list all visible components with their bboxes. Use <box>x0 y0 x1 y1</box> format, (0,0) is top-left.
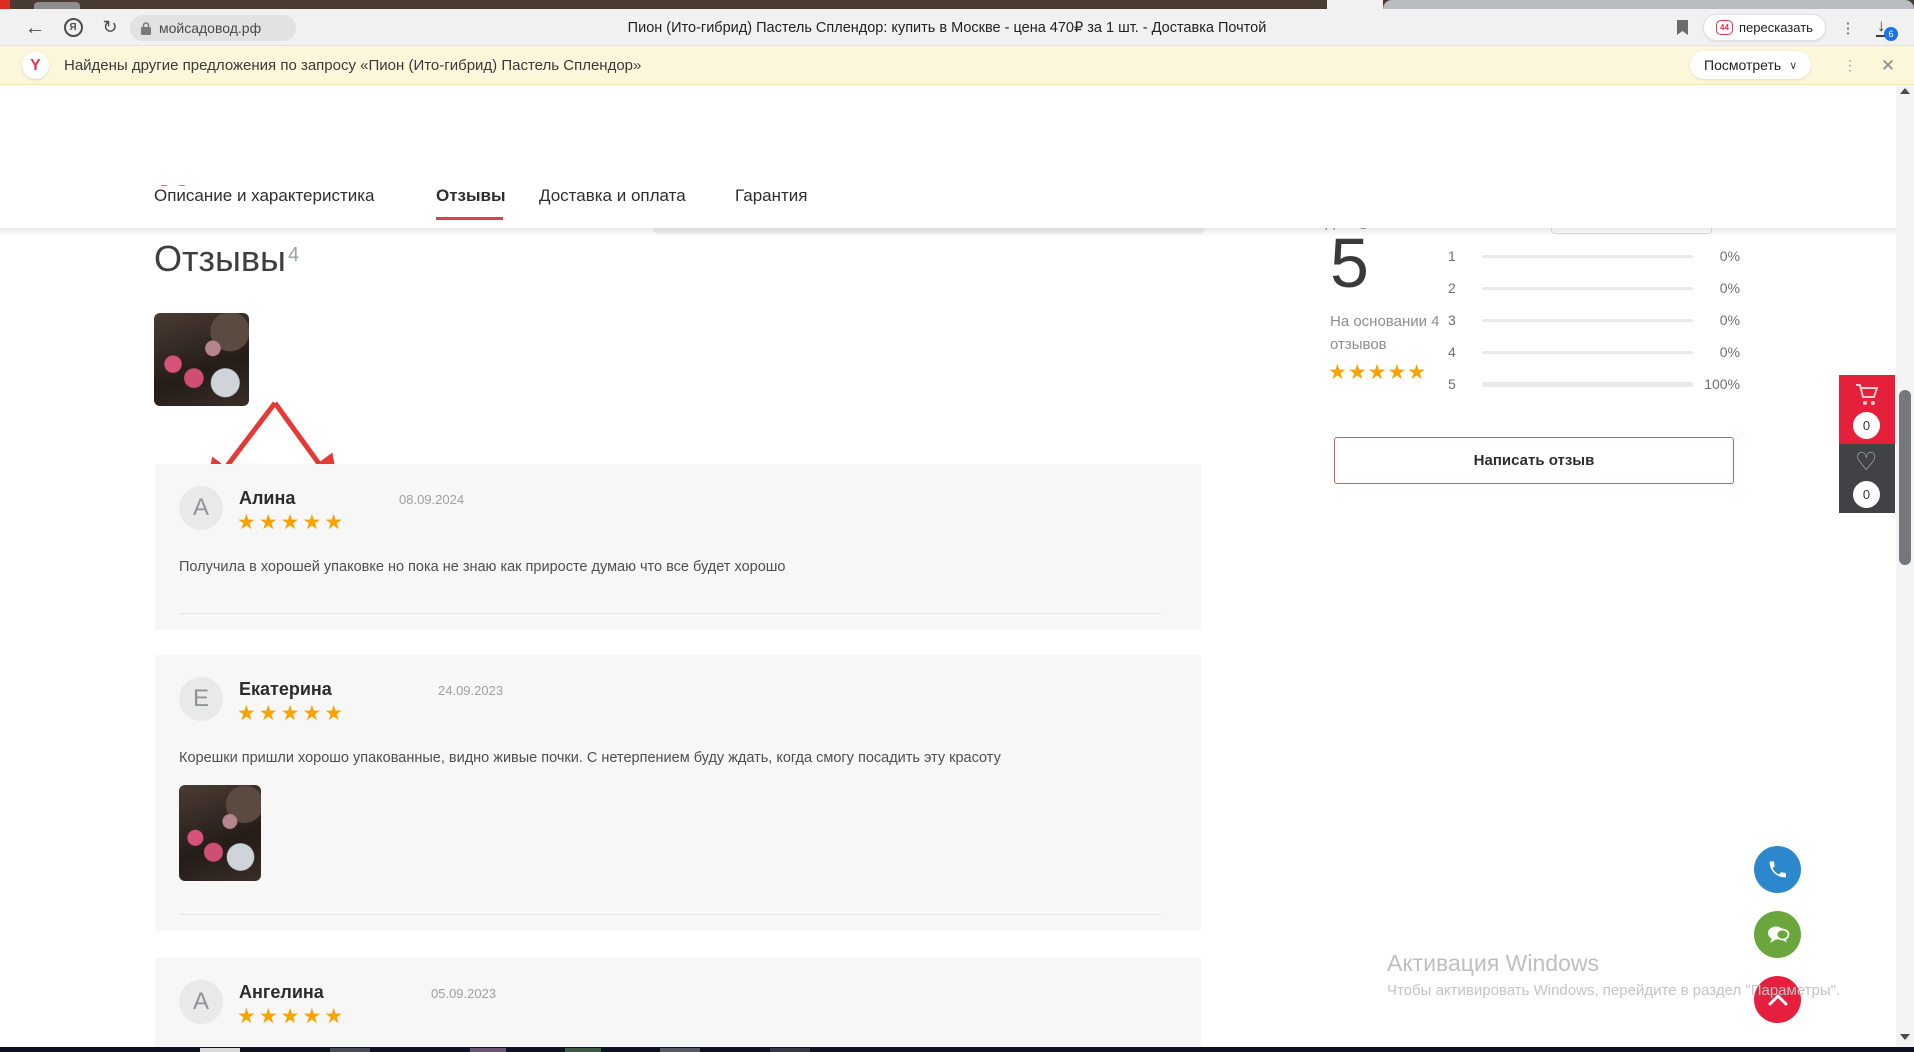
taskbar-fragment <box>330 1048 370 1052</box>
rating-bar-row: 2 0% <box>1448 279 1740 297</box>
rating-bar-track <box>1482 351 1693 354</box>
address-bar[interactable]: мойсадовод.рф <box>130 15 296 41</box>
reviewer-name: Екатерина <box>239 679 332 700</box>
browser-tab-strip <box>0 0 1914 9</box>
taskbar-fragment <box>660 1048 700 1052</box>
scrollbar-thumb[interactable] <box>1899 390 1911 565</box>
scrollbar-track[interactable] <box>1896 85 1914 1047</box>
product-tabs: Описание и характеристика Отзывы Доставк… <box>0 186 1914 228</box>
view-offers-button[interactable]: Посмотреть ∨ <box>1690 51 1811 79</box>
bookmark-icon[interactable] <box>1668 9 1696 46</box>
write-review-button[interactable]: Написать отзыв <box>1334 437 1734 484</box>
taskbar-fragment <box>200 1048 240 1052</box>
call-fab[interactable] <box>1754 846 1801 893</box>
inactive-tab[interactable] <box>1383 0 1914 9</box>
wishlist-count-badge: 0 <box>1853 481 1880 508</box>
back-icon[interactable]: ← <box>20 9 50 46</box>
review-text: Получила в хорошей упаковке но пока не з… <box>179 559 1141 575</box>
close-icon[interactable]: ✕ <box>1876 46 1900 85</box>
rating-bar-row: 5 100% <box>1448 375 1740 393</box>
tab-fragment <box>34 2 80 9</box>
heart-icon: ♡ <box>1855 447 1877 477</box>
avatar: А <box>179 980 223 1024</box>
tab-delivery[interactable]: Доставка и оплата <box>539 186 686 206</box>
rating-bar-track <box>1482 319 1693 322</box>
yandex-icon[interactable]: Я <box>60 9 86 46</box>
windows-activation-hint: Чтобы активировать Windows, перейдите в … <box>1387 982 1840 999</box>
review-date: 24.09.2023 <box>438 683 503 698</box>
tab-gap <box>1327 0 1383 9</box>
review-text: Корешки пришли хорошо упакованные, видно… <box>179 750 1141 766</box>
star-rating: ★★★★★ <box>237 701 346 726</box>
review-card: А Алина 08.09.2024 ★★★★★ Получила в хоро… <box>155 464 1201 630</box>
toolbar-menu-icon[interactable]: ⋮ <box>1836 9 1860 46</box>
lock-icon <box>140 21 152 36</box>
downloads-button[interactable]: ↓ 6 <box>1868 9 1902 46</box>
divider <box>179 613 1161 614</box>
windows-activation-watermark: Активация Windows <box>1387 950 1599 977</box>
avatar: А <box>179 486 223 530</box>
rating-bar-track <box>1482 382 1693 387</box>
star-rating: ★★★★★ <box>237 510 346 535</box>
review-photo-thumbnail[interactable] <box>179 785 261 881</box>
avatar: Е <box>179 677 223 721</box>
rating-bar-row: 1 0% <box>1448 247 1740 265</box>
summary-stars: ★★★★★ <box>1328 360 1427 385</box>
average-rating: 5 <box>1330 228 1369 298</box>
retell-button[interactable]: 44 пересказать <box>1703 14 1826 41</box>
tab-description[interactable]: Описание и характеристика <box>154 186 375 206</box>
tab-favicon-fragment <box>0 0 10 9</box>
phone-icon <box>1767 859 1788 880</box>
scrollbar-down-arrow[interactable] <box>1900 1034 1910 1040</box>
cart-count-badge: 0 <box>1853 412 1880 439</box>
url-text: мойсадовод.рф <box>159 20 261 36</box>
chat-fab[interactable] <box>1754 911 1801 958</box>
scrollbar-up-arrow[interactable] <box>1900 88 1910 94</box>
rating-bar-track <box>1482 255 1693 258</box>
screen: ← Я ↻ мойсадовод.рф Пион (Ито-гибрид) Па… <box>0 0 1914 1052</box>
tabs-shadow <box>0 228 1914 237</box>
taskbar-fragment <box>470 1048 506 1052</box>
rating-bar-row: 4 0% <box>1448 343 1740 361</box>
browser-toolbar: ← Я ↻ мойсадовод.рф Пион (Ито-гибрид) Па… <box>0 9 1914 46</box>
reviewer-name: Ангелина <box>239 982 324 1003</box>
notification-text: Найдены другие предложения по запросу «П… <box>64 46 641 85</box>
review-card: А Ангелина 05.09.2023 ★★★★★ <box>155 958 1201 1052</box>
taskbar-fragment <box>565 1048 601 1052</box>
active-tab-underline <box>436 217 503 220</box>
download-badge: 6 <box>1884 27 1898 41</box>
taskbar-fragment <box>770 1048 810 1052</box>
reviews-count: 4 <box>288 244 299 267</box>
tab-warranty[interactable]: Гарантия <box>735 186 808 206</box>
rating-bar-track <box>1482 287 1693 290</box>
divider <box>179 914 1161 915</box>
site-header: мой садовод Каталог 8 (800) 444 78 41 su… <box>0 85 1914 170</box>
page-title: Пион (Ито-гибрид) Пастель Сплендор: купи… <box>320 9 1574 46</box>
retell-icon: 44 <box>1716 20 1733 35</box>
cart-button[interactable]: 0 <box>1839 375 1895 444</box>
reviews-heading: Отзывы <box>154 238 286 280</box>
reviewer-name: Алина <box>239 488 295 509</box>
review-card: Е Екатерина 24.09.2023 ★★★★★ Корешки при… <box>155 655 1201 931</box>
star-rating: ★★★★★ <box>237 1004 346 1029</box>
yandex-offers-bar: Y Найдены другие предложения по запросу … <box>0 46 1914 85</box>
notification-menu-icon[interactable]: ⋮ <box>1842 46 1858 85</box>
refresh-icon[interactable]: ↻ <box>96 9 124 46</box>
cart-icon <box>1854 383 1880 407</box>
review-photo-thumbnail[interactable] <box>154 313 249 406</box>
review-date: 08.09.2024 <box>399 492 464 507</box>
chat-icon <box>1766 924 1790 946</box>
chevron-down-icon: ∨ <box>1789 59 1797 72</box>
review-date: 05.09.2023 <box>431 986 496 1001</box>
taskbar-sliver <box>0 1047 1914 1052</box>
rating-bar-row: 3 0% <box>1448 311 1740 329</box>
tab-reviews[interactable]: Отзывы <box>436 186 506 206</box>
yandex-logo-icon: Y <box>22 52 49 79</box>
wishlist-button[interactable]: ♡ 0 <box>1839 444 1895 513</box>
